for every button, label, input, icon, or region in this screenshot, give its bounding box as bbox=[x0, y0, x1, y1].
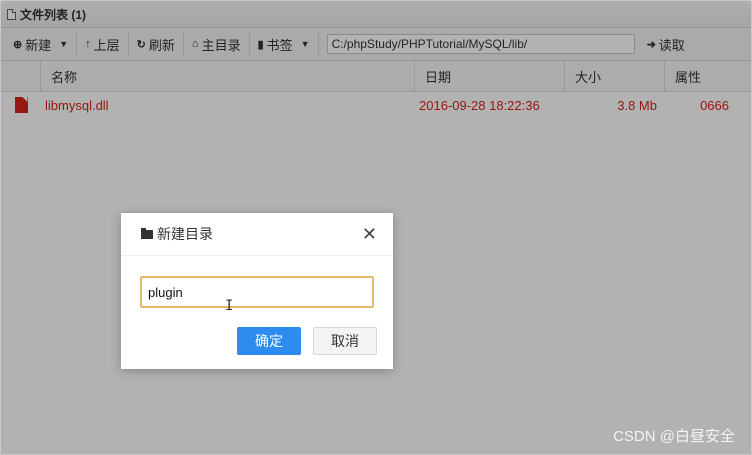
dialog-body: I bbox=[121, 256, 393, 314]
dialog-header: 新建目录 ✕ bbox=[121, 213, 393, 256]
confirm-button[interactable]: 确定 bbox=[237, 327, 301, 355]
directory-name-input[interactable] bbox=[140, 276, 374, 308]
dialog-actions: 确定 取消 bbox=[121, 308, 393, 355]
file-manager-window: 文件列表 (1) ⊕ 新建 ▼ ↑ 上层 ↻ 刷新 ⌂ 主目录 ▮ 书签 ▼ ➜… bbox=[0, 0, 752, 455]
new-directory-dialog: 新建目录 ✕ I 确定 取消 bbox=[121, 213, 393, 369]
text-cursor-icon: I bbox=[225, 298, 234, 314]
cancel-button[interactable]: 取消 bbox=[313, 327, 377, 355]
dialog-title: 新建目录 bbox=[157, 226, 213, 242]
watermark: CSDN @白昼安全 bbox=[613, 428, 735, 445]
close-icon[interactable]: ✕ bbox=[362, 225, 377, 243]
folder-icon bbox=[141, 228, 153, 239]
